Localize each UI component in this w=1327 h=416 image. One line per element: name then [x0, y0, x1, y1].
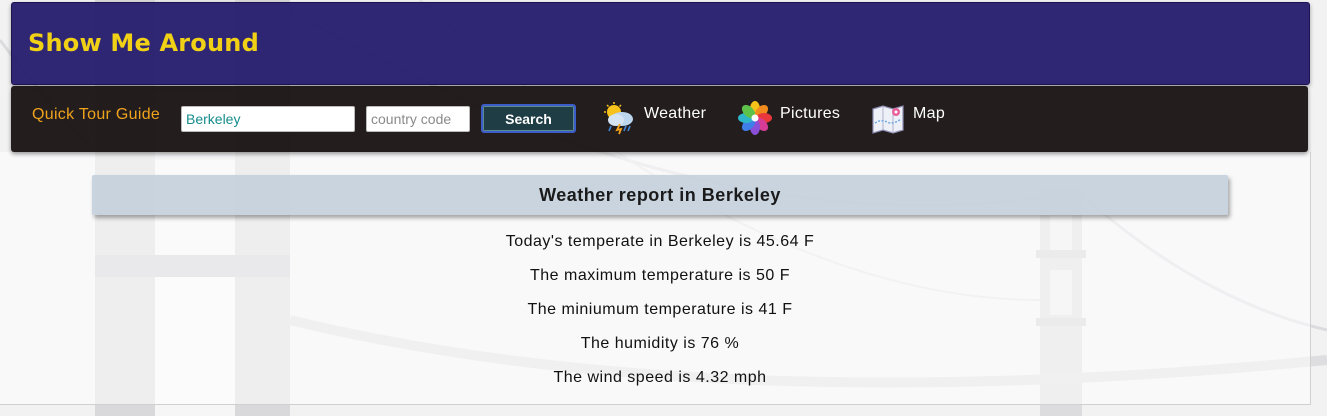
- max-temperature-text: The maximum temperature is 50 F: [529, 267, 791, 284]
- nav-link-pictures[interactable]: Pictures: [738, 100, 840, 136]
- current-temperature-text: Today's temperate in Berkeley is 45.64 F: [505, 233, 815, 250]
- nav-link-map-label: Map: [913, 105, 946, 122]
- nav-link-weather-label: Weather: [644, 105, 707, 122]
- city-input[interactable]: [181, 106, 355, 132]
- min-temperature-text: The miniumum temperature is 41 F: [527, 301, 793, 318]
- weather-report-title: Weather report in Berkeley: [92, 175, 1228, 215]
- site-title: Show Me Around: [28, 29, 259, 57]
- photos-icon: [738, 101, 772, 135]
- site-header: Show Me Around: [11, 2, 1310, 85]
- humidity-text: The humidity is 76 %: [580, 335, 740, 352]
- weather-icon: [604, 102, 633, 135]
- map-icon: [872, 105, 904, 134]
- navbar: Quick Tour Guide Search Weather: [11, 86, 1308, 152]
- search-button[interactable]: Search: [481, 104, 576, 133]
- brand-label: Quick Tour Guide: [32, 106, 161, 123]
- weather-report-list: Today's temperate in Berkeley is 45.64 F…: [92, 229, 1228, 399]
- country-code-input[interactable]: [366, 106, 470, 132]
- nav-link-map[interactable]: Map: [871, 100, 945, 136]
- nav-link-pictures-label: Pictures: [780, 105, 841, 122]
- wind-speed-text: The wind speed is 4.32 mph: [553, 369, 767, 386]
- nav-link-weather[interactable]: Weather: [602, 100, 706, 136]
